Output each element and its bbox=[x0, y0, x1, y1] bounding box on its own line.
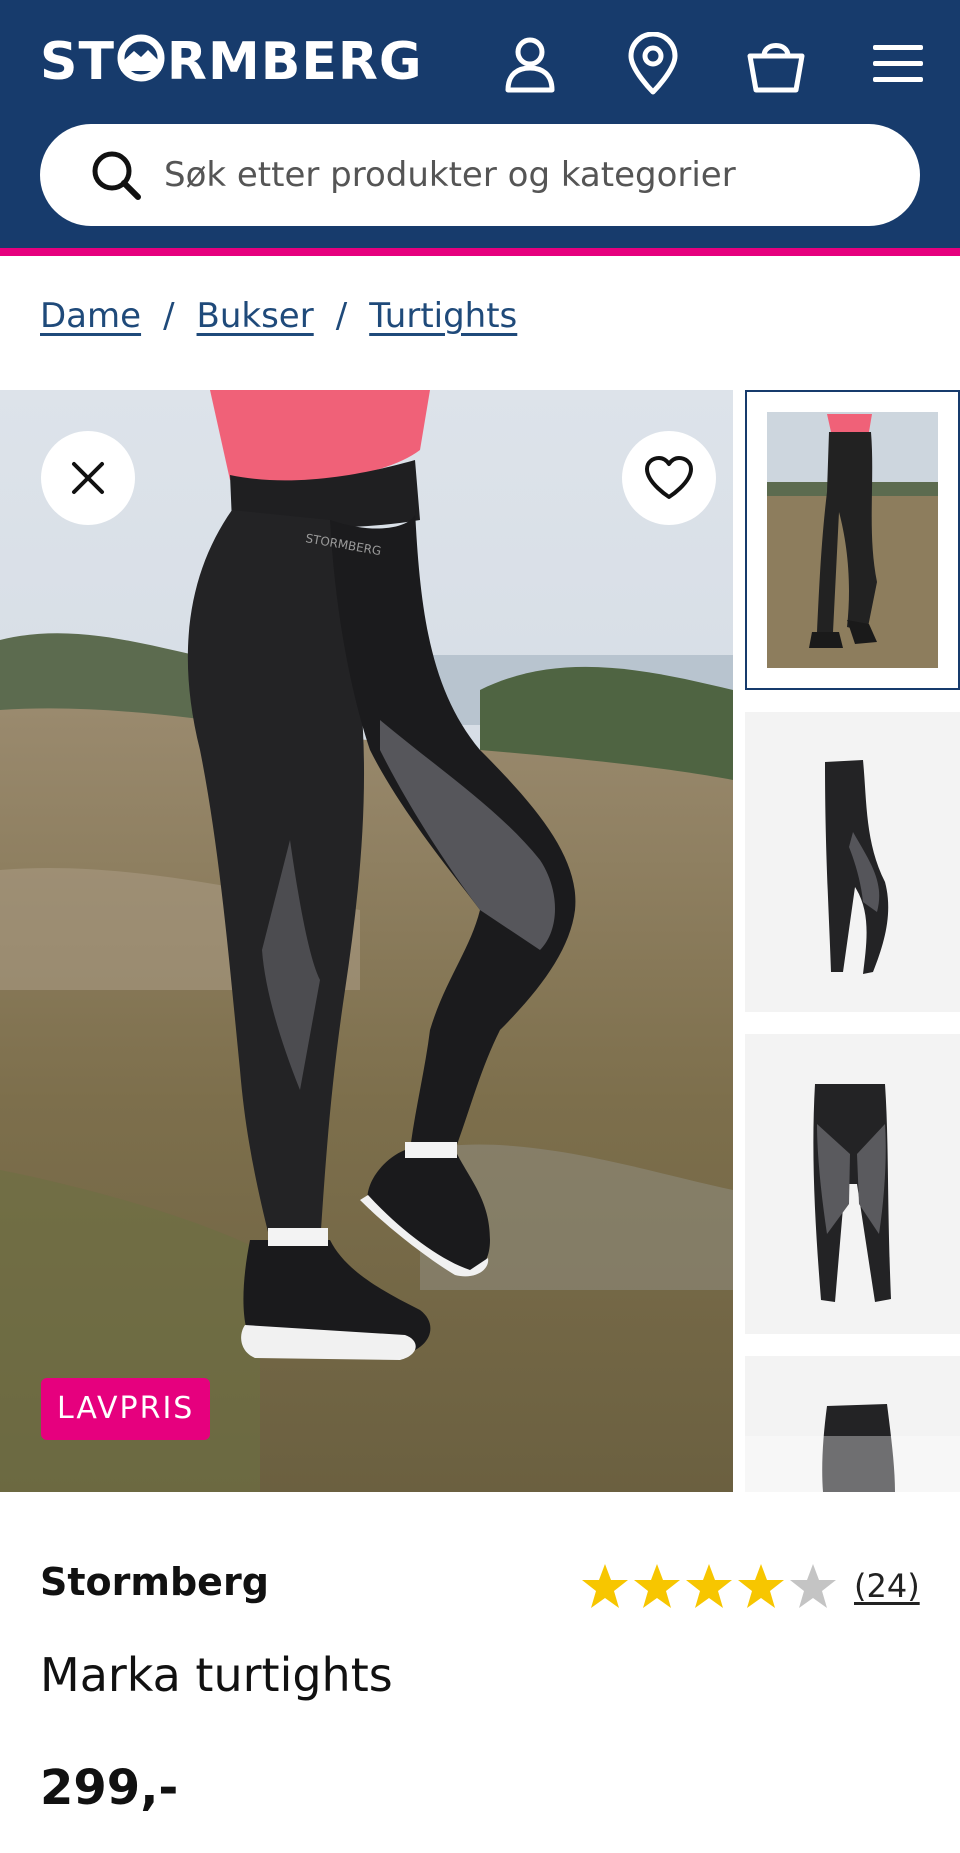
close-button[interactable] bbox=[41, 431, 135, 525]
heart-icon bbox=[645, 456, 693, 499]
breadcrumb-separator: / bbox=[335, 296, 348, 336]
star-filled-icon bbox=[738, 1564, 784, 1608]
hamburger-menu-icon[interactable] bbox=[862, 28, 934, 100]
lavpris-badge: LAVPRIS bbox=[41, 1378, 211, 1440]
product-price: 299,- bbox=[40, 1760, 179, 1816]
user-icon[interactable] bbox=[494, 28, 566, 100]
main-product-image[interactable]: STORMBERG bbox=[0, 390, 733, 1492]
star-filled-icon bbox=[686, 1564, 732, 1608]
breadcrumb-separator: / bbox=[163, 296, 175, 336]
product-title: Marka turtights bbox=[40, 1648, 393, 1702]
shopping-bag-icon[interactable] bbox=[740, 28, 812, 100]
review-count-link[interactable]: (24) bbox=[854, 1567, 920, 1605]
site-header: ST RMBERG bbox=[0, 0, 960, 248]
logo-text-left: ST bbox=[40, 32, 115, 92]
star-filled-icon bbox=[582, 1564, 628, 1608]
search-input[interactable] bbox=[164, 155, 884, 195]
search-icon bbox=[92, 151, 141, 200]
thumbnail-2[interactable] bbox=[745, 712, 960, 1012]
thumbnail-1[interactable] bbox=[745, 390, 960, 690]
rating-stars[interactable]: (24) bbox=[580, 1562, 920, 1610]
location-pin-icon[interactable] bbox=[617, 28, 689, 100]
stormberg-logo[interactable]: ST RMBERG bbox=[40, 30, 423, 94]
product-brand[interactable]: Stormberg bbox=[40, 1560, 269, 1604]
thumbnail-strip bbox=[745, 390, 960, 1492]
close-icon bbox=[72, 462, 104, 494]
favorite-button[interactable] bbox=[622, 431, 716, 525]
breadcrumb: Dame / Bukser / Turtights bbox=[40, 296, 517, 336]
star-empty-icon bbox=[790, 1564, 836, 1608]
breadcrumb-link-bukser[interactable]: Bukser bbox=[197, 296, 314, 336]
thumbnail-3[interactable] bbox=[745, 1034, 960, 1334]
star-filled-icon bbox=[634, 1564, 680, 1608]
breadcrumb-link-dame[interactable]: Dame bbox=[40, 296, 141, 336]
logo-text-right: RMBERG bbox=[166, 32, 423, 92]
product-photo: STORMBERG bbox=[0, 390, 733, 1492]
search-bar[interactable] bbox=[40, 124, 920, 226]
logo-mountain-mark bbox=[117, 34, 165, 82]
breadcrumb-link-turtights[interactable]: Turtights bbox=[369, 296, 517, 336]
thumbnail-4[interactable] bbox=[745, 1356, 960, 1492]
header-accent-bar bbox=[0, 248, 960, 256]
